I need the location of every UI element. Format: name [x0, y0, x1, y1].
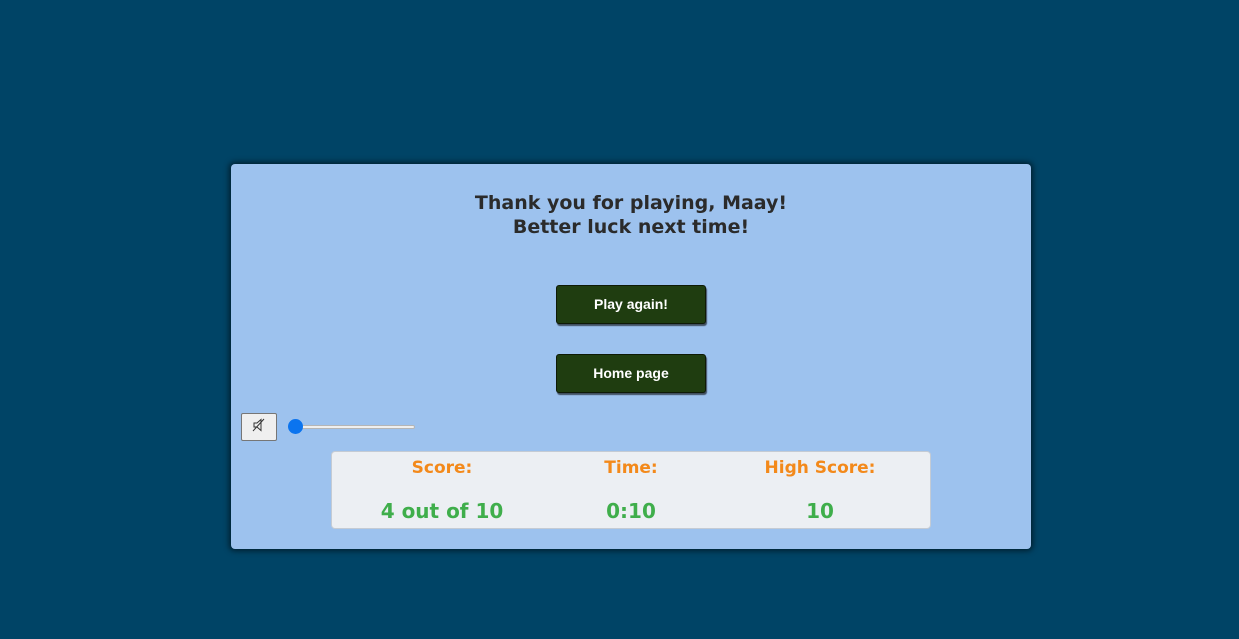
high-score-value: 10	[806, 499, 834, 523]
game-over-message: Thank you for playing, Maay! Better luck…	[231, 191, 1031, 239]
speaker-muted-icon	[251, 417, 267, 438]
home-page-button[interactable]: Home page	[556, 354, 706, 393]
score-label: Score:	[411, 458, 473, 478]
game-over-card: Thank you for playing, Maay! Better luck…	[231, 164, 1031, 549]
time-label: Time:	[604, 458, 658, 478]
volume-slider-track	[288, 425, 415, 429]
play-again-button[interactable]: Play again!	[556, 285, 706, 324]
mute-toggle-button[interactable]	[241, 413, 277, 441]
score-value: 4 out of 10	[380, 499, 504, 523]
volume-slider[interactable]	[288, 419, 415, 434]
thank-you-text: Thank you for playing, Maay!	[474, 192, 788, 214]
better-luck-text: Better luck next time!	[512, 216, 750, 238]
stats-panel: Score: 4 out of 10 Time: 0:10 High Score…	[331, 451, 931, 529]
high-score-label: High Score:	[764, 458, 876, 478]
volume-slider-thumb[interactable]	[288, 419, 303, 434]
time-value: 0:10	[606, 499, 656, 523]
